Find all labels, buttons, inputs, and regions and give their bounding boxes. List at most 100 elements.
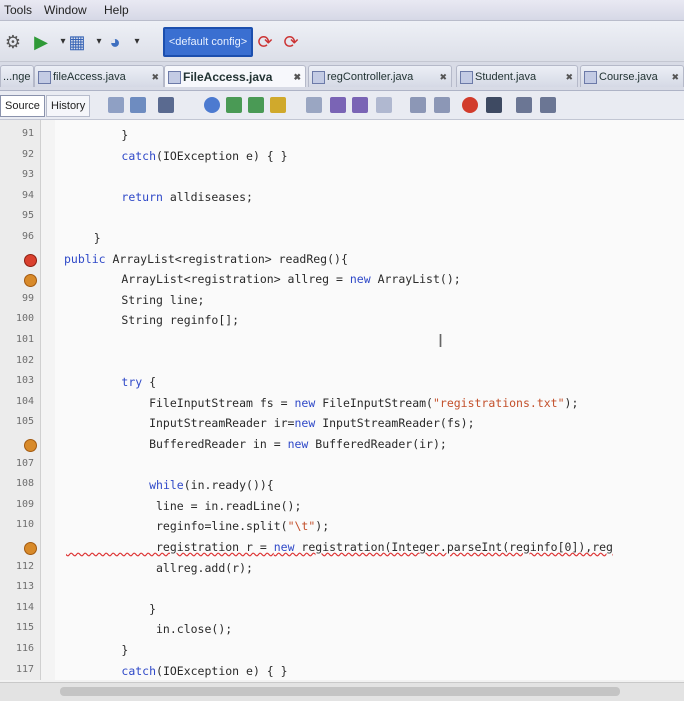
menu-tools[interactable]: Tools xyxy=(4,3,32,17)
code-line[interactable]: } xyxy=(66,231,101,245)
toggle-bookmark-icon[interactable] xyxy=(376,97,392,113)
horizontal-scrollbar[interactable] xyxy=(0,682,684,701)
code-line[interactable]: } xyxy=(66,128,128,142)
comment-icon[interactable] xyxy=(516,97,532,113)
line-number: 102 xyxy=(15,354,34,366)
close-icon[interactable]: ✖ xyxy=(293,66,301,87)
error-marker-icon[interactable] xyxy=(24,253,37,267)
code-line[interactable]: } xyxy=(66,602,156,616)
profile-icon[interactable]: ◕ xyxy=(104,31,126,53)
find-previous-icon[interactable] xyxy=(226,97,242,113)
config-combo[interactable]: <default config> xyxy=(163,27,253,57)
record-macro-icon[interactable] xyxy=(462,97,478,113)
line-number-gutter: 91 92 93 94 95 96 99 100 101 102 103 104 105 107 108 10… xyxy=(0,120,41,680)
uncomment-icon[interactable] xyxy=(540,97,556,113)
line-number: 116 xyxy=(15,643,34,654)
line-number: 104 xyxy=(15,395,34,407)
main-toolbar: ⚙ ▶ ▾ ▦ ▾ ◕ ▾ <default config> ⟳ ⟳ xyxy=(0,21,684,62)
shift-left-icon[interactable] xyxy=(410,97,426,113)
profile-dropdown-icon[interactable]: ▾ xyxy=(126,31,148,53)
code-line[interactable]: catch(IOException e) { } xyxy=(66,149,287,163)
line-number: 117 xyxy=(15,663,34,675)
tab-fileaccess-lower[interactable]: fileAccess.java ✖ xyxy=(34,65,164,87)
find-icon[interactable] xyxy=(204,97,220,113)
menu-help[interactable]: Help xyxy=(104,3,129,17)
code-line[interactable]: public ArrayList<registration> readReg()… xyxy=(64,252,348,266)
java-file-icon xyxy=(584,71,597,84)
code-line[interactable]: registration r = new registration(Intege… xyxy=(66,540,613,554)
code-line[interactable]: line = in.readLine(); xyxy=(66,499,301,513)
history-tab[interactable]: History xyxy=(46,95,91,117)
warning-marker-icon[interactable] xyxy=(24,274,37,288)
java-file-icon xyxy=(460,71,473,84)
code-line[interactable]: } xyxy=(66,643,128,657)
line-number: 96 xyxy=(21,231,34,242)
code-line[interactable]: try { xyxy=(66,375,156,389)
code-line[interactable]: InputStreamReader ir=new InputStreamRead… xyxy=(66,416,474,430)
line-number: 109 xyxy=(15,498,34,510)
java-file-icon xyxy=(312,71,325,84)
line-number: 91 xyxy=(21,128,34,139)
line-number: 103 xyxy=(15,375,34,387)
line-number: 94 xyxy=(21,189,34,201)
line-number: 100 xyxy=(15,313,34,325)
code-line[interactable]: String line; xyxy=(66,293,204,307)
next-bookmark-icon[interactable] xyxy=(352,97,368,113)
code-line[interactable]: ArrayList<registration> allreg = new Arr… xyxy=(66,272,460,286)
prev-bookmark-icon[interactable] xyxy=(330,97,346,113)
back-icon[interactable] xyxy=(130,97,146,113)
code-line[interactable]: in.close(); xyxy=(66,622,232,636)
line-number: 99 xyxy=(21,292,34,304)
line-number: 105 xyxy=(15,416,34,428)
editor-toolbar: Source History xyxy=(0,91,684,120)
debug-icon[interactable]: ▦ xyxy=(66,31,88,53)
run-icon[interactable]: ▶ xyxy=(30,31,52,53)
close-icon[interactable]: ✖ xyxy=(439,66,447,87)
text-cursor-icon: I xyxy=(438,331,444,351)
line-number: 112 xyxy=(15,560,34,572)
code-editor[interactable]: 91 92 93 94 95 96 99 100 101 102 103 104 105 107 108 10… xyxy=(0,120,684,680)
stop-macro-icon[interactable] xyxy=(486,97,502,113)
tab-overflow[interactable]: ...nge xyxy=(0,65,34,87)
source-tab[interactable]: Source xyxy=(0,95,45,117)
code-line[interactable]: allreg.add(r); xyxy=(66,561,253,575)
forward-icon[interactable] xyxy=(158,97,174,113)
code-line[interactable]: catch(IOException e) { } xyxy=(66,664,287,678)
java-file-icon xyxy=(38,71,51,84)
find-next-icon[interactable] xyxy=(248,97,264,113)
stop-build-icon[interactable]: ⟳ xyxy=(254,31,276,53)
last-edit-icon[interactable] xyxy=(108,97,124,113)
config-icon[interactable]: ⚙ xyxy=(2,31,24,53)
editor-tabs: ...nge fileAccess.java ✖ FileAccess.java… xyxy=(0,62,684,91)
code-line[interactable]: BufferedReader in = new BufferedReader(i… xyxy=(66,437,447,451)
line-number: 114 xyxy=(15,601,34,613)
tab-fileaccess[interactable]: FileAccess.java ✖ xyxy=(164,65,306,87)
code-line[interactable]: FileInputStream fs = new FileInputStream… xyxy=(66,396,578,410)
line-number: 92 xyxy=(21,148,34,160)
clean-build-icon[interactable]: ⟳ xyxy=(280,31,302,53)
menu-bar: Tools Window Help xyxy=(0,0,684,21)
warning-marker-icon[interactable] xyxy=(24,542,37,555)
tab-course[interactable]: Course.java ✖ xyxy=(580,65,684,87)
line-number: 101 xyxy=(15,334,34,345)
close-icon[interactable]: ✖ xyxy=(671,66,679,87)
code-line[interactable]: return alldiseases; xyxy=(66,190,253,204)
bookmark-icon[interactable] xyxy=(306,97,322,113)
line-number: 108 xyxy=(15,478,34,490)
code-line[interactable]: String reginfo[]; xyxy=(66,313,239,327)
tab-student[interactable]: Student.java ✖ xyxy=(456,65,578,87)
line-number: 113 xyxy=(15,581,34,593)
menu-window[interactable]: Window xyxy=(44,3,87,17)
shift-right-icon[interactable] xyxy=(434,97,450,113)
code-line[interactable]: while(in.ready()){ xyxy=(66,478,274,492)
java-file-icon xyxy=(168,71,181,84)
warning-marker-icon[interactable] xyxy=(24,439,37,452)
close-icon[interactable]: ✖ xyxy=(565,66,573,87)
close-icon[interactable]: ✖ xyxy=(151,66,159,87)
code-line[interactable]: reginfo=line.split("\t"); xyxy=(66,519,329,533)
toggle-highlight-icon[interactable] xyxy=(270,97,286,113)
line-number: 95 xyxy=(21,210,34,222)
tab-regcontroller[interactable]: regController.java ✖ xyxy=(308,65,452,87)
line-number: 110 xyxy=(15,519,34,531)
scrollbar-thumb[interactable] xyxy=(60,687,620,696)
